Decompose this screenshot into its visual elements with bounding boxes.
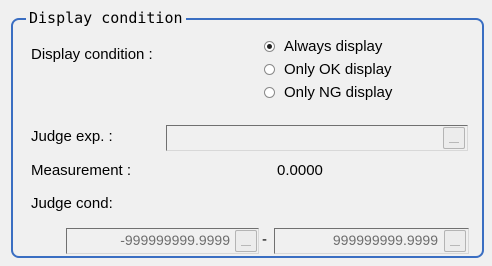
judge-cond-label: Judge cond: bbox=[31, 195, 113, 212]
judge-exp-label: Judge exp. : bbox=[31, 128, 113, 145]
measurement-value: 0.0000 bbox=[277, 162, 323, 179]
judge-cond-separator: - bbox=[262, 231, 267, 248]
radio-unchecked-icon[interactable] bbox=[264, 63, 275, 75]
radio-unchecked-icon[interactable] bbox=[264, 86, 275, 98]
measurement-label: Measurement : bbox=[31, 162, 132, 179]
edit-icon bbox=[241, 245, 251, 246]
judge-cond-upper-edit-button[interactable] bbox=[444, 230, 466, 252]
display-condition-label: Display condition : bbox=[31, 46, 153, 63]
edit-icon bbox=[450, 245, 460, 246]
judge-exp-field[interactable] bbox=[166, 125, 468, 151]
judge-cond-upper-value: 999999999.9999 bbox=[332, 232, 438, 248]
radio-only-ok-display-label: Only OK display bbox=[284, 60, 392, 78]
radio-only-ng-display-label: Only NG display bbox=[284, 83, 393, 101]
radio-only-ng-display[interactable]: Only NG display bbox=[264, 83, 392, 101]
judge-cond-lower-value: -999999999.9999 bbox=[120, 232, 230, 248]
edit-icon bbox=[449, 142, 459, 143]
judge-cond-lower-edit-button[interactable] bbox=[235, 230, 257, 252]
judge-exp-edit-button[interactable] bbox=[443, 127, 465, 149]
radio-only-ok-display[interactable]: Only OK display bbox=[264, 60, 392, 78]
radio-checked-icon[interactable] bbox=[264, 40, 275, 52]
radio-always-display[interactable]: Always display bbox=[264, 37, 382, 55]
radio-always-display-label: Always display bbox=[284, 37, 383, 55]
group-title: Display condition bbox=[26, 8, 186, 28]
